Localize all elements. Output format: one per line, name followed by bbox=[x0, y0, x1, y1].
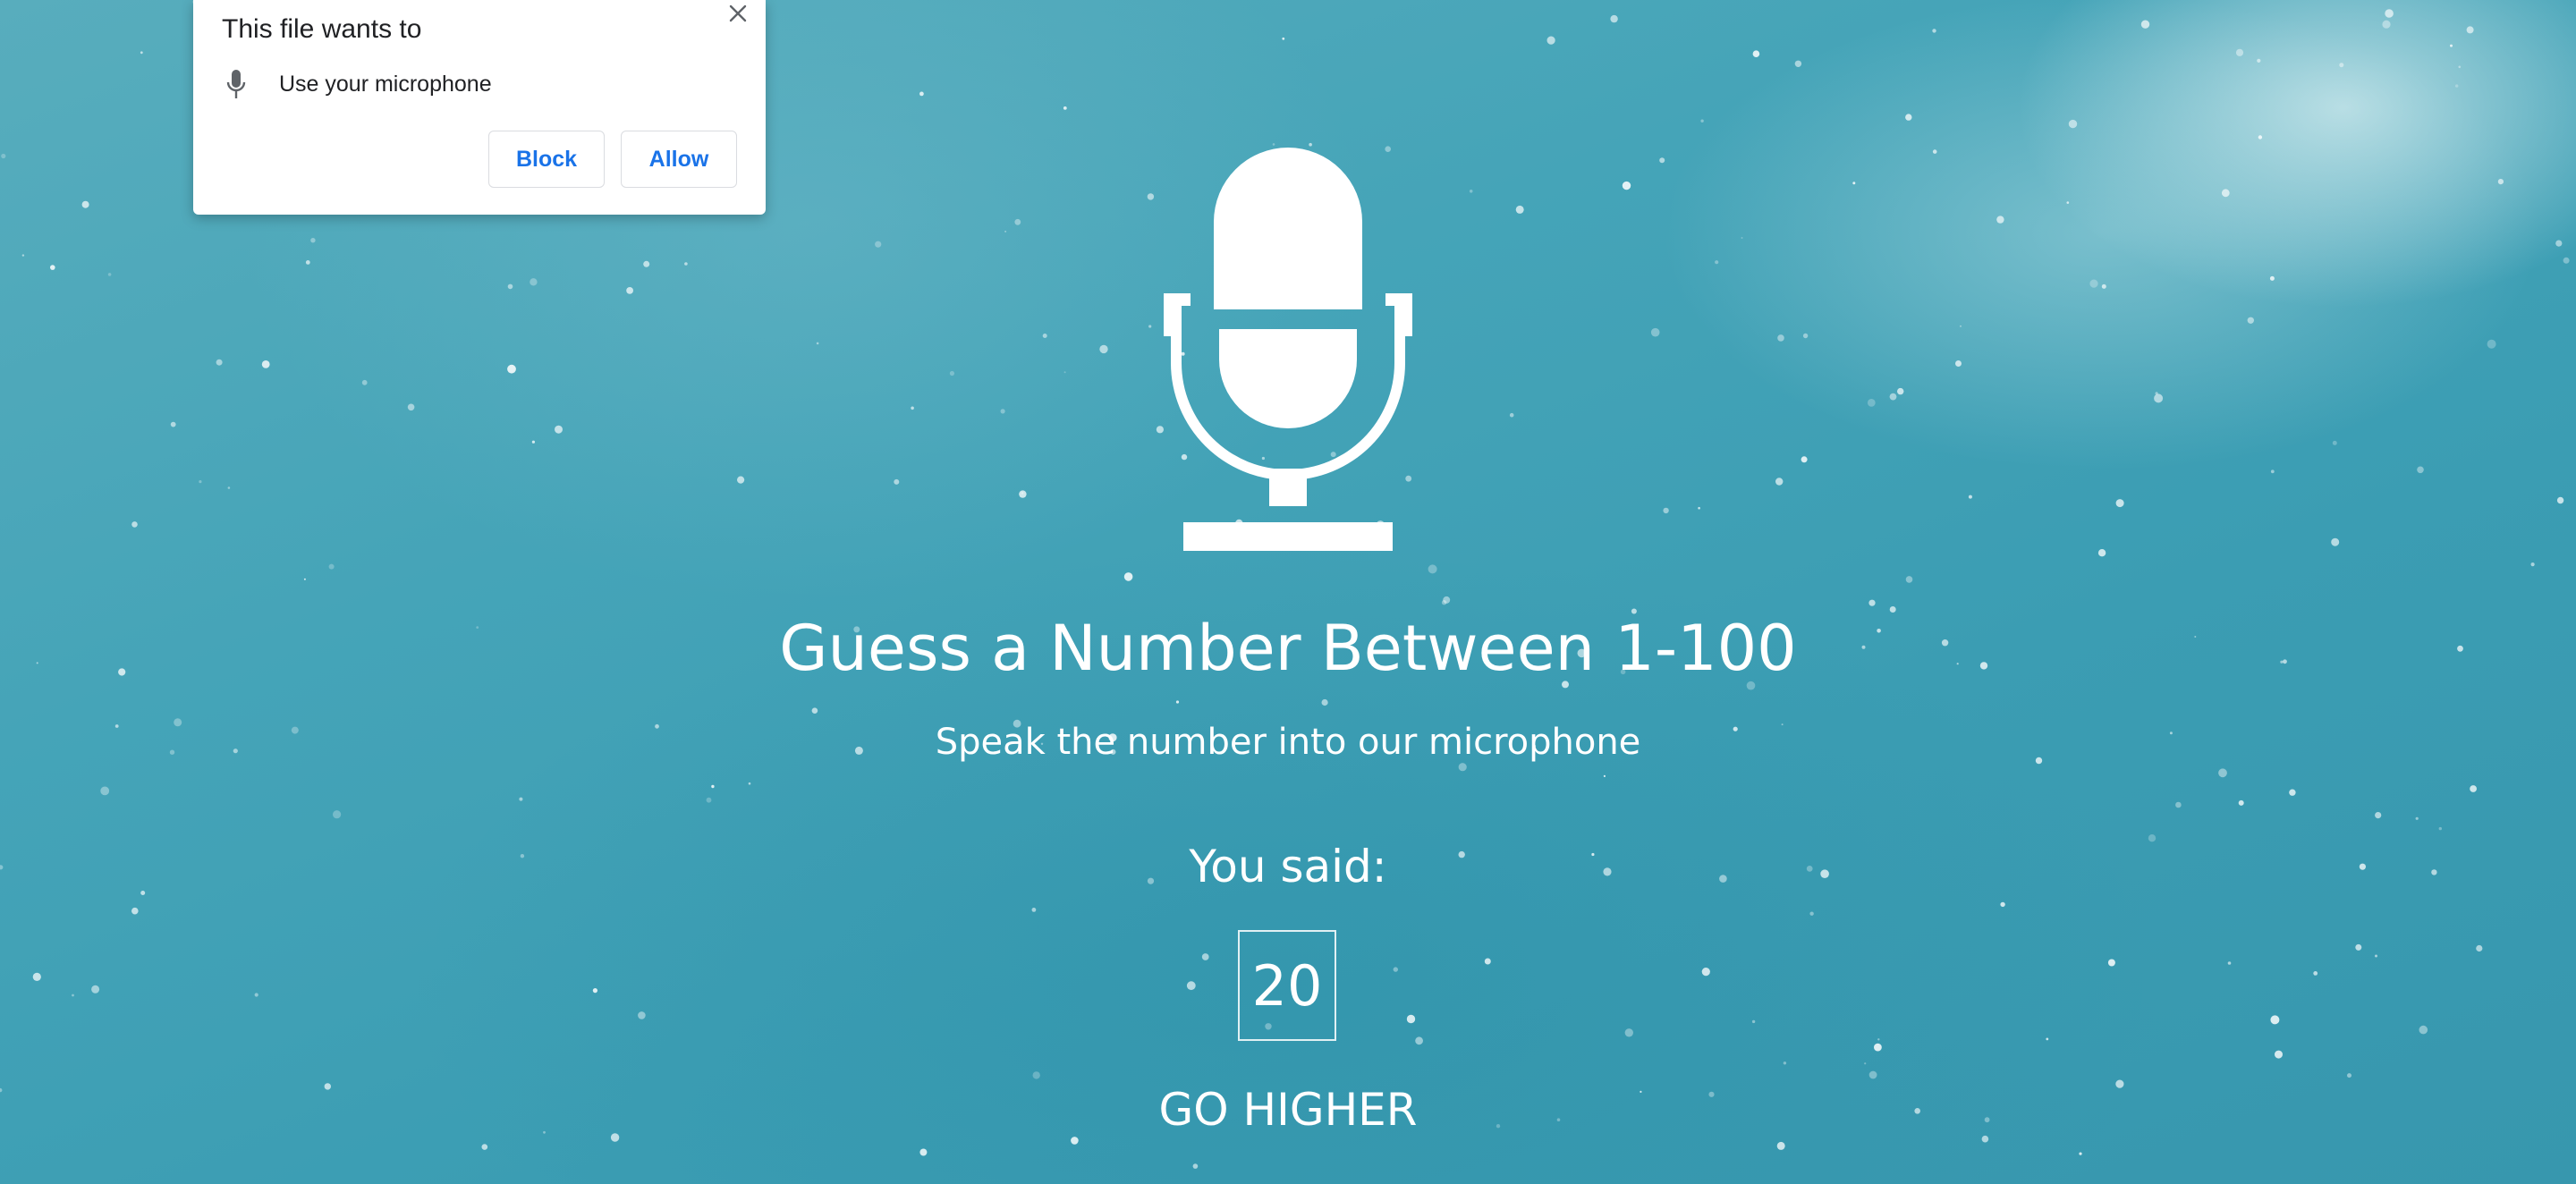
permission-row: Use your microphone bbox=[225, 66, 492, 102]
allow-button[interactable]: Allow bbox=[621, 131, 737, 188]
popup-title: This file wants to bbox=[222, 14, 422, 44]
hint-message: GO HIGHER bbox=[1158, 1084, 1418, 1136]
guess-value: 20 bbox=[1251, 952, 1323, 1019]
microphone-icon bbox=[1164, 148, 1412, 551]
guess-value-box: 20 bbox=[1238, 930, 1336, 1041]
game-subtitle: Speak the number into our microphone bbox=[935, 722, 1641, 763]
permission-label: Use your microphone bbox=[279, 71, 492, 97]
game-title: Guess a Number Between 1-100 bbox=[779, 612, 1797, 685]
microphone-icon bbox=[226, 70, 246, 98]
close-icon bbox=[729, 4, 747, 22]
block-button[interactable]: Block bbox=[488, 131, 605, 188]
permission-popup: This file wants to Use your microphone B… bbox=[193, 0, 766, 215]
you-said-label: You said: bbox=[1189, 841, 1387, 892]
close-button[interactable] bbox=[724, 0, 751, 27]
